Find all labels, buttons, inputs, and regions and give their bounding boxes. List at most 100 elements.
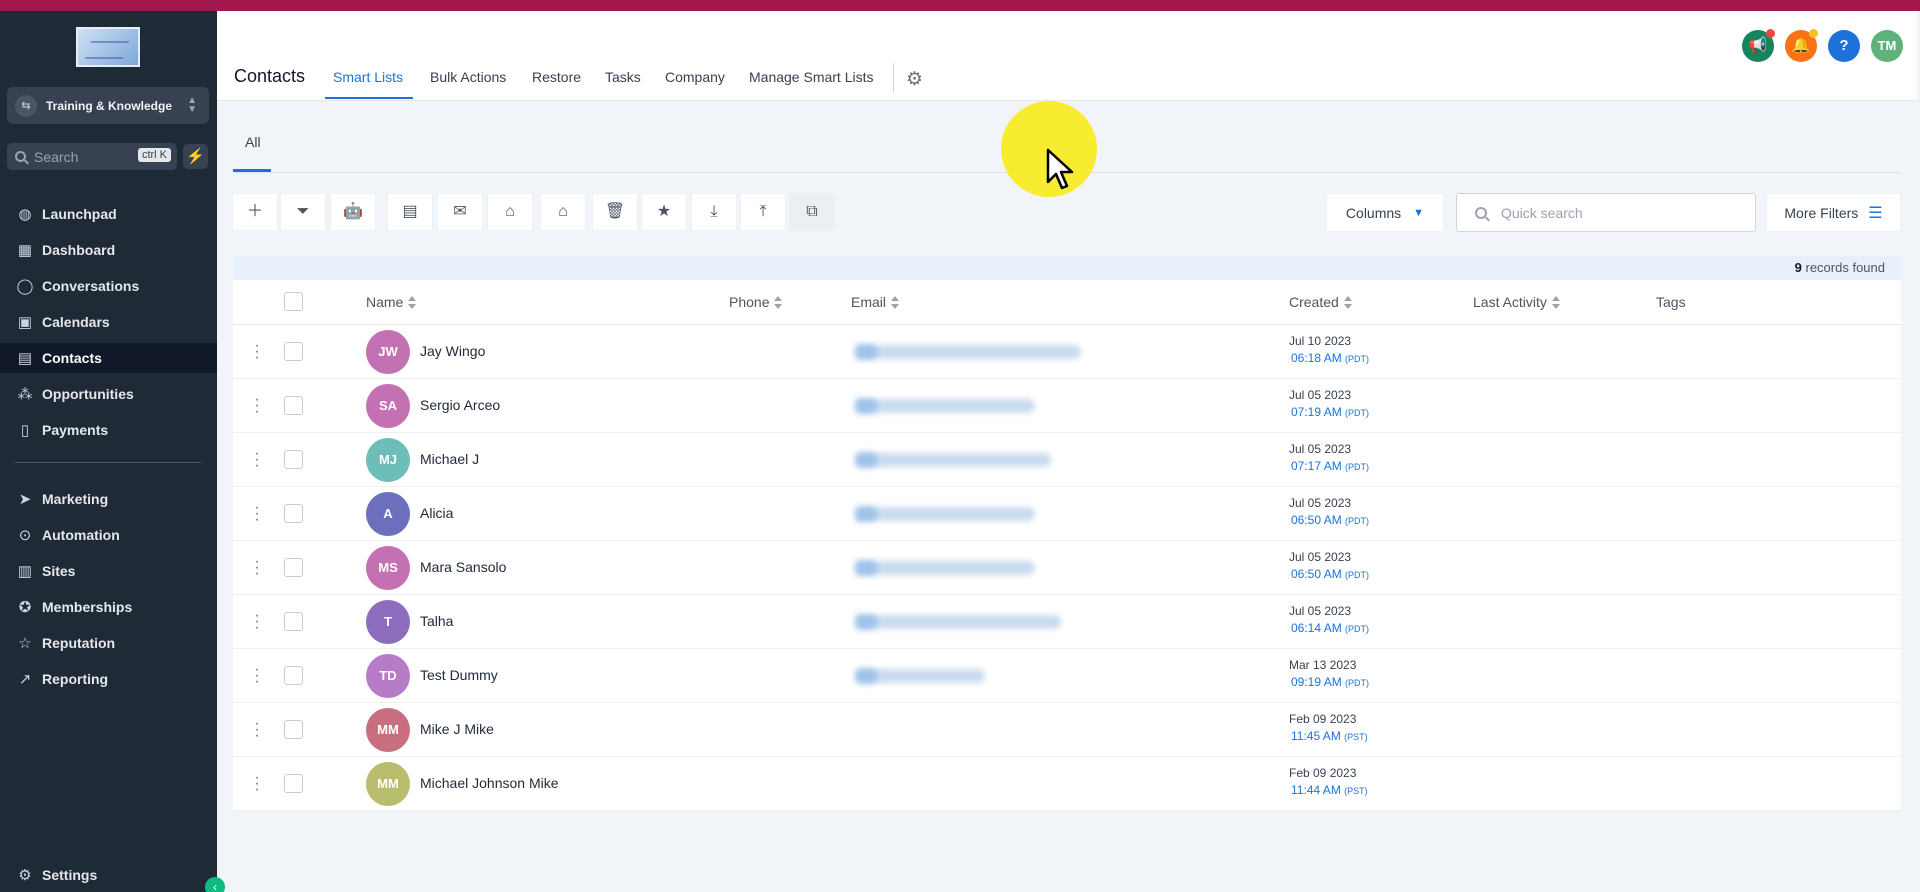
table-row[interactable]: · · · MM Mike J Mike Feb 09 2023 11:45 AM (PST…: [233, 703, 1901, 757]
sidebar-item-sites[interactable]: ▥ Sites: [0, 556, 217, 586]
contact-name[interactable]: Jay Wingo: [420, 343, 485, 359]
contact-name[interactable]: Mara Sansolo: [420, 559, 506, 575]
account-switcher[interactable]: ⇆ Training & Knowledge ▲ ▼: [7, 87, 209, 124]
created-time: 06:50 AM (PDT): [1291, 513, 1370, 527]
remove-tag-button[interactable]: ⌂: [540, 193, 586, 231]
column-header-created[interactable]: Created: [1289, 294, 1352, 310]
sidebar-search[interactable]: Search ctrl K: [7, 143, 177, 170]
row-checkbox[interactable]: [284, 774, 303, 793]
column-header-email[interactable]: Email: [851, 294, 900, 310]
select-all-checkbox[interactable]: [284, 292, 303, 311]
contact-name[interactable]: Alicia: [420, 505, 453, 521]
more-filters-button[interactable]: More Filters ☰: [1766, 193, 1901, 232]
column-header-last-activity[interactable]: Last Activity: [1473, 294, 1560, 310]
contact-name[interactable]: Mike J Mike: [420, 721, 494, 737]
add-to-workflow-button[interactable]: 🤖: [330, 193, 376, 231]
sidebar-item-label: Memberships: [42, 599, 133, 615]
row-menu-icon[interactable]: · · ·: [253, 392, 261, 420]
row-checkbox[interactable]: [284, 504, 303, 523]
tab-company[interactable]: Company: [665, 69, 725, 85]
announcement-icon[interactable]: 📢: [1742, 29, 1775, 62]
email-redacted: [855, 560, 1035, 576]
sidebar-item-dashboard[interactable]: ▦ Dashboard: [0, 235, 217, 265]
sidebar-item-automation[interactable]: ⊙ Automation: [0, 520, 217, 550]
row-menu-icon[interactable]: · · ·: [253, 446, 261, 474]
row-menu-icon[interactable]: · · ·: [253, 338, 261, 366]
row-menu-icon[interactable]: · · ·: [253, 554, 261, 582]
export-button[interactable]: ⤒: [740, 193, 786, 231]
add-tag-button[interactable]: ⌂: [487, 193, 533, 231]
row-menu-icon[interactable]: · · ·: [253, 500, 261, 528]
sidebar-item-marketing[interactable]: ➤ Marketing: [0, 484, 217, 514]
search-icon: [15, 151, 26, 162]
sort-icon: [408, 295, 417, 309]
gear-icon[interactable]: ⚙: [906, 68, 923, 91]
import-button[interactable]: ⤓: [691, 193, 737, 231]
tab-tasks[interactable]: Tasks: [605, 69, 641, 85]
quick-actions-button[interactable]: ⚡: [183, 144, 208, 169]
row-checkbox[interactable]: [284, 612, 303, 631]
table-row[interactable]: · · · MJ Michael J Jul 05 2023 07:17 AM (PDT): [233, 433, 1901, 487]
sidebar-item-memberships[interactable]: ✪ Memberships: [0, 592, 217, 622]
send-email-button[interactable]: ✉: [437, 193, 483, 231]
send-icon: ➤: [18, 491, 32, 508]
table-row[interactable]: · · · TD Test Dummy Mar 13 2023 09:19 AM (PDT): [233, 649, 1901, 703]
column-header-tags[interactable]: Tags: [1656, 294, 1686, 310]
sidebar-item-payments[interactable]: ▯ Payments: [0, 415, 217, 445]
row-checkbox[interactable]: [284, 342, 303, 361]
tab-smart-lists[interactable]: Smart Lists: [333, 69, 403, 85]
records-count-bar: 9 records found: [233, 256, 1901, 280]
row-checkbox[interactable]: [284, 720, 303, 739]
send-sms-button[interactable]: ▤: [387, 193, 433, 231]
sidebar-item-launchpad[interactable]: ◍ Launchpad: [0, 199, 217, 229]
company-logo[interactable]: [76, 27, 140, 67]
filter-button[interactable]: ⏷: [280, 193, 326, 231]
sidebar-item-calendars[interactable]: ▣ Calendars: [0, 307, 217, 337]
tab-bulk-actions[interactable]: Bulk Actions: [430, 69, 506, 85]
help-icon[interactable]: ?: [1828, 30, 1860, 62]
tab-manage-smart-lists[interactable]: Manage Smart Lists: [749, 69, 874, 85]
sidebar-item-reporting[interactable]: ↗ Reporting: [0, 664, 217, 694]
table-row[interactable]: · · · A Alicia Jul 05 2023 06:50 AM (PDT): [233, 487, 1901, 541]
column-header-name[interactable]: Name: [366, 294, 417, 310]
table-row[interactable]: · · · MS Mara Sansolo Jul 05 2023 06:50 AM (PD…: [233, 541, 1901, 595]
row-menu-icon[interactable]: · · ·: [253, 662, 261, 690]
bell-icon[interactable]: 🔔: [1785, 29, 1818, 62]
quick-search-input[interactable]: [1501, 204, 1741, 221]
row-checkbox[interactable]: [284, 558, 303, 577]
user-avatar[interactable]: TM: [1871, 30, 1903, 62]
row-checkbox[interactable]: [284, 450, 303, 469]
column-header-phone[interactable]: Phone: [729, 294, 783, 310]
records-count: 9: [1794, 260, 1802, 275]
row-menu-icon[interactable]: · · ·: [253, 716, 261, 744]
sidebar-item-contacts[interactable]: ▤ Contacts: [0, 343, 217, 373]
columns-dropdown[interactable]: Columns ▼: [1326, 193, 1444, 232]
contact-name[interactable]: Talha: [420, 613, 453, 629]
sidebar-item-opportunities[interactable]: ⁂ Opportunities: [0, 379, 217, 409]
star-button[interactable]: ★: [641, 193, 687, 231]
created-time: 09:19 AM (PDT): [1291, 675, 1370, 689]
add-contact-button[interactable]: ＋: [232, 193, 278, 231]
table-row[interactable]: · · · SA Sergio Arceo Jul 05 2023 07:19 AM (PD…: [233, 379, 1901, 433]
collapse-sidebar-button[interactable]: ‹: [205, 877, 225, 892]
sidebar-item-settings[interactable]: ⚙ Settings: [0, 860, 217, 890]
quick-search[interactable]: [1456, 193, 1756, 232]
contact-name[interactable]: Michael J: [420, 451, 479, 467]
row-menu-icon[interactable]: · · ·: [253, 770, 261, 798]
row-menu-icon[interactable]: · · ·: [253, 608, 261, 636]
tab-restore[interactable]: Restore: [532, 69, 581, 85]
contact-name[interactable]: Sergio Arceo: [420, 397, 500, 413]
subtab-all[interactable]: All: [245, 134, 261, 150]
contact-name[interactable]: Test Dummy: [420, 667, 498, 683]
table-row[interactable]: · · · JW Jay Wingo Jul 10 2023 06:18 AM (PDT): [233, 325, 1901, 379]
table-row[interactable]: · · · T Talha Jul 05 2023 06:14 AM (PDT): [233, 595, 1901, 649]
table-row[interactable]: · · · MM Michael Johnson Mike Feb 09 2023 11:4…: [233, 757, 1901, 811]
sidebar-item-reputation[interactable]: ☆ Reputation: [0, 628, 217, 658]
delete-button[interactable]: 🗑: [592, 193, 638, 231]
row-checkbox[interactable]: [284, 396, 303, 415]
contact-name[interactable]: Michael Johnson Mike: [420, 775, 559, 791]
merge-button[interactable]: ⧉: [789, 193, 835, 231]
sidebar-item-conversations[interactable]: ◯ Conversations: [0, 271, 217, 301]
row-checkbox[interactable]: [284, 666, 303, 685]
header: Contacts Smart Lists Bulk Actions Restor…: [217, 11, 1917, 101]
